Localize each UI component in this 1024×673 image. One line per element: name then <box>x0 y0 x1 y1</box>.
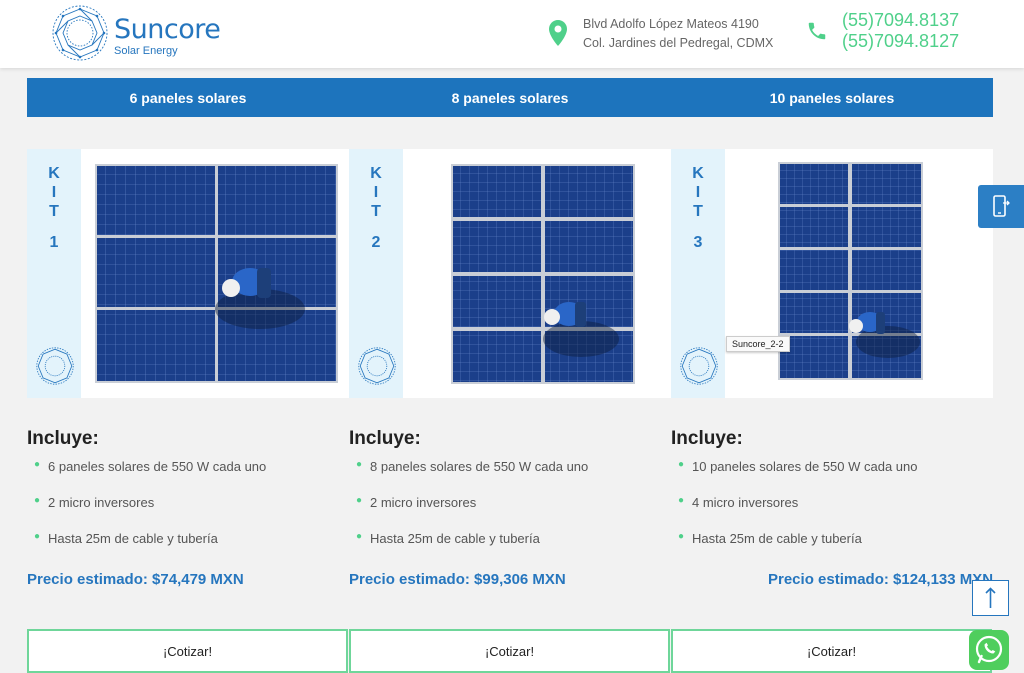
scroll-to-top-button[interactable] <box>972 580 1009 616</box>
kit-number: 1 <box>49 234 59 251</box>
address-line-1: Blvd Adolfo López Mateos 4190 <box>583 17 759 31</box>
bullet-icon: ● <box>356 531 363 542</box>
kit-2-image-card: K I T 2 <box>349 149 671 398</box>
suncore-logo-icon[interactable] <box>50 3 110 63</box>
kit-2-includes: Incluye: ● 8 paneles solares de 550 W cad… <box>349 428 671 564</box>
tab-10-paneles[interactable]: 10 paneles solares <box>671 78 993 117</box>
bullet-icon: ● <box>356 495 363 506</box>
bullet-icon: ● <box>678 459 685 470</box>
kit-tabs: 6 paneles solares 8 paneles solares 10 p… <box>27 78 993 117</box>
address: Blvd Adolfo López Mateos 4190 Col. Jardi… <box>583 15 773 53</box>
solar-panel-photo-1 <box>95 164 338 383</box>
whatsapp-button[interactable] <box>969 630 1009 670</box>
kit-label: K I T <box>48 165 60 220</box>
includes-list: ● 10 paneles solares de 550 W cada uno ● 4… <box>671 456 993 564</box>
kit-number: 2 <box>371 234 381 251</box>
solar-panel-photo-2 <box>451 164 635 384</box>
list-item: ● 10 paneles solares de 550 W cada uno <box>678 459 918 474</box>
suncore-emblem-icon <box>36 347 74 385</box>
kit-label-strip: K I T 2 <box>349 149 403 398</box>
list-item: ● 2 micro inversores <box>356 495 477 510</box>
bullet-icon: ● <box>678 495 685 506</box>
list-item: ● Hasta 25m de cable y tubería <box>678 531 862 546</box>
brand-name[interactable]: Suncore <box>114 14 221 45</box>
kit-1-cotizar-button[interactable]: ¡Cotizar! <box>27 629 348 673</box>
phone-link-2[interactable]: (55)7094.8127 <box>842 31 959 52</box>
phone-numbers: (55)7094.8137 (55)7094.8127 <box>842 10 959 52</box>
bullet-icon: ● <box>356 459 363 470</box>
includes-heading: Incluye: <box>27 428 99 449</box>
list-item: ● Hasta 25m de cable y tubería <box>356 531 540 546</box>
kit-3-image-card: K I T 3 <box>671 149 993 398</box>
kit-label: K I T <box>692 165 704 220</box>
includes-list: ● 6 paneles solares de 550 W cada uno ● 2 … <box>27 456 349 564</box>
kit-3-includes: Incluye: ● 10 paneles solares de 550 W ca… <box>671 428 993 564</box>
list-item: ● 8 paneles solares de 550 W cada uno <box>356 459 589 474</box>
image-tooltip: Suncore_2-2 <box>726 336 790 352</box>
kit-3-cotizar-button[interactable]: ¡Cotizar! <box>671 629 992 673</box>
tab-8-paneles[interactable]: 8 paneles solares <box>349 78 671 117</box>
solar-panel-photo-3 <box>778 162 923 380</box>
includes-heading: Incluye: <box>671 428 743 449</box>
phone-link-1[interactable]: (55)7094.8137 <box>842 10 959 31</box>
bullet-icon: ● <box>34 531 41 542</box>
list-item: ● 6 paneles solares de 550 W cada uno <box>34 459 267 474</box>
kit-1-image-card: K I T 1 <box>27 149 349 398</box>
bullet-icon: ● <box>34 495 41 506</box>
kit-2-price: Precio estimado: $99,306 MXN <box>349 571 566 588</box>
kit-2-cotizar-button[interactable]: ¡Cotizar! <box>349 629 670 673</box>
bullet-icon: ● <box>678 531 685 542</box>
brand-tagline: Solar Energy <box>114 45 178 57</box>
kit-1-price: Precio estimado: $74,479 MXN <box>27 571 244 588</box>
site-header: Suncore Solar Energy Blvd Adolfo López M… <box>0 0 1024 68</box>
bullet-icon: ● <box>34 459 41 470</box>
phone-icon <box>808 22 826 40</box>
map-pin-icon <box>549 20 567 46</box>
whatsapp-icon <box>975 635 1003 664</box>
suncore-emblem-icon <box>680 347 718 385</box>
list-item: ● 2 micro inversores <box>34 495 155 510</box>
tab-6-paneles[interactable]: 6 paneles solares <box>27 78 349 117</box>
kit-label-strip: K I T 3 <box>671 149 725 398</box>
mobile-phone-icon <box>993 195 1010 217</box>
list-item: ● 4 micro inversores <box>678 495 799 510</box>
kit-1-includes: Incluye: ● 6 paneles solares de 550 W cad… <box>27 428 349 564</box>
suncore-emblem-icon <box>358 347 396 385</box>
kit-3-price: Precio estimado: $124,133 MXN <box>768 571 994 588</box>
includes-heading: Incluye: <box>349 428 421 449</box>
kit-label-strip: K I T 1 <box>27 149 81 398</box>
kit-label: K I T <box>370 165 382 220</box>
contact-side-tab[interactable] <box>978 185 1024 228</box>
list-item: ● Hasta 25m de cable y tubería <box>34 531 218 546</box>
kit-number: 3 <box>693 234 703 251</box>
includes-list: ● 8 paneles solares de 550 W cada uno ● 2 … <box>349 456 671 564</box>
arrow-up-icon <box>985 587 996 608</box>
address-line-2: Col. Jardines del Pedregal, CDMX <box>583 36 774 50</box>
